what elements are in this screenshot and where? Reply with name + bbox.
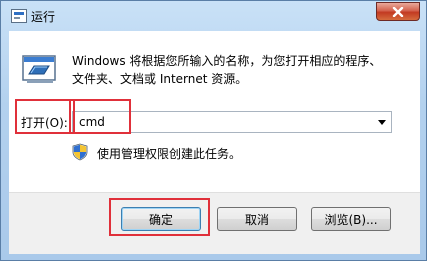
dropdown-button[interactable] <box>373 112 391 132</box>
cancel-button[interactable]: 取消 <box>217 207 297 231</box>
cancel-button-label: 取消 <box>244 212 269 227</box>
open-input[interactable] <box>75 113 373 131</box>
run-app-icon <box>11 9 27 23</box>
description-line-1: Windows 将根据您所输入的名称，为您打开相应的程序、 <box>72 54 382 68</box>
title-bar[interactable]: 运行 <box>1 1 426 31</box>
ok-button-label: 确定 <box>148 212 173 227</box>
browse-button[interactable]: 浏览(B)... <box>311 207 391 231</box>
browse-button-label: 浏览(B)... <box>324 212 378 227</box>
description-line-2: 文件夹、文档或 Internet 资源。 <box>72 72 248 86</box>
button-bar: 确定 取消 浏览(B)... <box>9 192 420 254</box>
close-button[interactable] <box>376 2 420 21</box>
dialog-body: Windows 将根据您所输入的名称，为您打开相应的程序、 文件夹、文档或 In… <box>9 31 420 192</box>
ok-button[interactable]: 确定 <box>121 207 201 231</box>
close-icon <box>392 6 404 17</box>
window-title: 运行 <box>31 10 56 24</box>
description: Windows 将根据您所输入的名称，为您打开相应的程序、 文件夹、文档或 In… <box>72 52 412 88</box>
open-combobox[interactable] <box>72 111 392 133</box>
chevron-down-icon <box>378 119 386 125</box>
run-icon <box>22 55 56 83</box>
admin-note: 使用管理权限创建此任务。 <box>97 147 242 161</box>
run-dialog: 运行 Windows 将根据您所输入的名称，为您打开相应的程序、 文件夹、文档或… <box>0 0 427 261</box>
uac-shield-icon <box>72 143 88 161</box>
open-label: 打开(O): <box>21 116 68 130</box>
